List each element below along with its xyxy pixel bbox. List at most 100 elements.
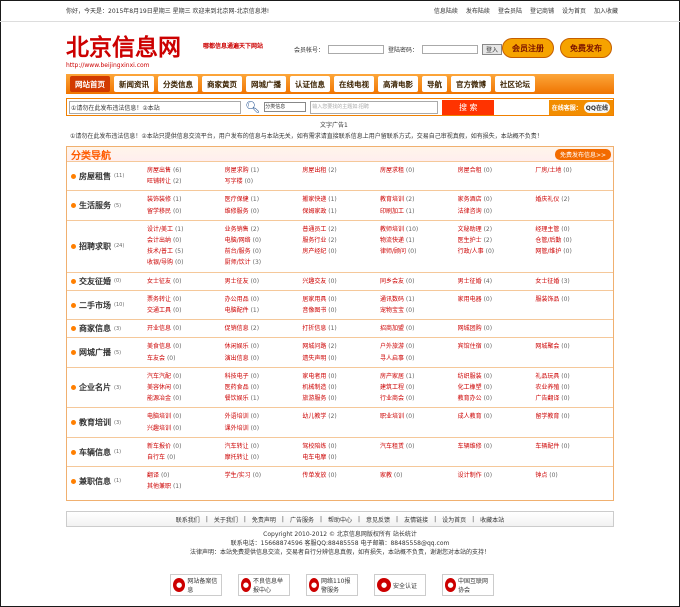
nav-item[interactable]: 网城广播 <box>246 76 286 92</box>
subcategory-link[interactable]: 教师培训 (10) <box>380 224 458 235</box>
subcategory-link[interactable]: 网城聚会 (0) <box>535 341 613 352</box>
subcategory-link[interactable]: 电脑培训 (0) <box>147 411 225 422</box>
subcategory-link[interactable]: 办公用品 (0) <box>225 294 303 305</box>
subcategory-label[interactable]: 宾馆住宿 <box>458 343 482 350</box>
subcategory-link[interactable]: 钟点 (0) <box>535 470 613 481</box>
subcategory-label[interactable]: 摩托转让 <box>225 454 249 461</box>
nav-item[interactable]: 分类信息 <box>158 76 198 92</box>
subcategory-link[interactable]: 网管/维护 (0) <box>535 246 613 257</box>
category-label[interactable]: 车辆信息 <box>79 447 111 458</box>
top-link[interactable]: 发布陆续 <box>466 6 490 15</box>
category-label[interactable]: 二手市场 <box>79 300 111 311</box>
subcategory-label[interactable]: 广告翻译 <box>535 395 559 402</box>
subcategory-link[interactable]: 厂房/土地 (0) <box>535 165 613 176</box>
subcategory-label[interactable]: 家教 <box>380 472 392 479</box>
subcategory-label[interactable]: 幼儿教学 <box>302 413 326 420</box>
subcategory-link[interactable]: 房屋求购 (1) <box>225 165 303 176</box>
subcategory-label[interactable]: 职业培训 <box>380 413 404 420</box>
subcategory-link[interactable]: 女士征友 (0) <box>147 276 225 287</box>
subcategory-label[interactable]: 旅游服务 <box>302 395 326 402</box>
subcategory-link[interactable]: 经理主管 (0) <box>535 224 613 235</box>
subcategory-label[interactable]: 前台/服务 <box>225 248 251 255</box>
subcategory-link[interactable]: 广告翻译 (0) <box>535 393 613 404</box>
subcategory-label[interactable]: 房屋出租 <box>302 167 326 174</box>
post-button[interactable]: 免费发布 <box>560 38 612 58</box>
subcategory-label[interactable]: 房屋求购 <box>225 167 249 174</box>
subcategory-link[interactable]: 业务销售 (2) <box>225 224 303 235</box>
subcategory-label[interactable]: 科技电子 <box>225 373 249 380</box>
subcategory-link[interactable]: 男士征友 (0) <box>225 276 303 287</box>
subcategory-link[interactable]: 科技电子 (0) <box>225 371 303 382</box>
subcategory-link[interactable]: 文秘助理 (2) <box>458 224 536 235</box>
subcategory-label[interactable]: 留学教育 <box>535 413 559 420</box>
subcategory-link[interactable]: 旅游服务 (0) <box>302 393 380 404</box>
subcategory-link[interactable]: 医疗保健 (1) <box>225 194 303 205</box>
subcategory-link[interactable]: 前台/服务 (0) <box>225 246 303 257</box>
subcategory-label[interactable]: 服装饰品 <box>535 296 559 303</box>
subcategory-link[interactable]: 家用电器 (0) <box>458 294 536 305</box>
subcategory-link[interactable]: 休闲娱乐 (0) <box>225 341 303 352</box>
footer-link[interactable]: 关于我们 <box>214 515 238 524</box>
subcategory-label[interactable]: 打折信息 <box>302 325 326 332</box>
category-label[interactable]: 商家信息 <box>79 323 111 334</box>
subcategory-label[interactable]: 车辆维修 <box>458 443 482 450</box>
category-name[interactable]: 企业名片 (3) <box>67 368 147 408</box>
subcategory-link[interactable]: 纺织服装 (0) <box>458 371 536 382</box>
subcategory-link[interactable]: 课外培训 (0) <box>225 423 303 434</box>
site-logo[interactable]: 北京信息网 http://www.beijingxinxi.com <box>66 28 226 69</box>
category-label[interactable]: 招聘求职 <box>79 241 111 252</box>
subcategory-label[interactable]: 物流快递 <box>380 237 404 244</box>
subcategory-link[interactable]: 搬家快递 (1) <box>302 194 380 205</box>
subcategory-link[interactable]: 房屋求租 (0) <box>380 165 458 176</box>
search-input[interactable]: 输入您要找的主题如:招聘 <box>310 100 439 114</box>
footer-link[interactable]: 帮助中心 <box>328 515 352 524</box>
subcategory-label[interactable]: 厂房/土地 <box>535 167 561 174</box>
subcategory-link[interactable]: 美食信息 (0) <box>147 341 225 352</box>
subcategory-label[interactable]: 婚庆礼仪 <box>535 196 559 203</box>
subcategory-label[interactable]: 写字楼 <box>225 178 243 185</box>
subcategory-link[interactable]: 留学教育 (0) <box>535 411 613 422</box>
subcategory-label[interactable]: 车友会 <box>147 355 165 362</box>
subcategory-label[interactable]: 外语培训 <box>225 413 249 420</box>
subcategory-link[interactable]: 律师/顾问 (0) <box>380 246 458 257</box>
nav-item[interactable]: 认证信息 <box>290 76 330 92</box>
subcategory-link[interactable]: 服装饰品 (0) <box>535 294 613 305</box>
subcategory-link[interactable]: 物流快递 (1) <box>380 235 458 246</box>
subcategory-label[interactable]: 汽车租赁 <box>380 443 404 450</box>
subcategory-label[interactable]: 设计/美工 <box>147 226 173 233</box>
category-label[interactable]: 教育培训 <box>79 417 111 428</box>
subcategory-link[interactable]: 厨师/饮计 (3) <box>225 257 303 268</box>
subcategory-label[interactable]: 兴趣交友 <box>302 278 326 285</box>
subcategory-label[interactable]: 寻人启事 <box>380 355 404 362</box>
category-label[interactable]: 交友征婚 <box>79 276 111 287</box>
category-label[interactable]: 兼职信息 <box>79 476 111 487</box>
subcategory-link[interactable]: 票务转让 (0) <box>147 294 225 305</box>
subcategory-link[interactable]: 翻译 (0) <box>147 470 225 481</box>
subcategory-link[interactable]: 促销信息 (2) <box>225 323 303 334</box>
username-input[interactable] <box>328 45 385 54</box>
subcategory-link[interactable]: 汽车租赁 (0) <box>380 441 458 452</box>
subcategory-link[interactable]: 电脑/网络 (0) <box>225 235 303 246</box>
subcategory-label[interactable]: 保姆家政 <box>302 208 326 215</box>
subcategory-link[interactable]: 建筑工程 (0) <box>380 382 458 393</box>
badge-2[interactable]: ● 网络110报警服务 <box>306 574 358 596</box>
subcategory-link[interactable]: 寻人启事 (0) <box>380 353 458 364</box>
nav-item[interactable]: 新闻资讯 <box>114 76 154 92</box>
subcategory-label[interactable]: 教师培训 <box>380 226 404 233</box>
footer-link[interactable]: 联系我们 <box>176 515 200 524</box>
subcategory-link[interactable]: 通讯数码 (1) <box>380 294 458 305</box>
subcategory-label[interactable]: 新车报价 <box>147 443 171 450</box>
free-post-button[interactable]: 免费发布信息>> <box>554 148 611 160</box>
subcategory-link[interactable]: 开业信息 (0) <box>147 323 225 334</box>
subcategory-label[interactable]: 翻译 <box>147 472 159 479</box>
subcategory-link[interactable]: 驾校陪练 (0) <box>302 441 380 452</box>
subcategory-link[interactable]: 户外旅游 (0) <box>380 341 458 352</box>
subcategory-label[interactable]: 教育培训 <box>380 196 404 203</box>
subcategory-link[interactable]: 家教 (0) <box>380 470 458 481</box>
subcategory-link[interactable]: 行业商会 (0) <box>380 393 458 404</box>
category-name[interactable]: 教育培训 (3) <box>67 408 147 436</box>
subcategory-link[interactable]: 医生护士 (2) <box>458 235 536 246</box>
subcategory-label[interactable]: 家电者用 <box>302 373 326 380</box>
subcategory-label[interactable]: 宠物宝宝 <box>380 307 404 314</box>
subcategory-label[interactable]: 课外培训 <box>225 425 249 432</box>
